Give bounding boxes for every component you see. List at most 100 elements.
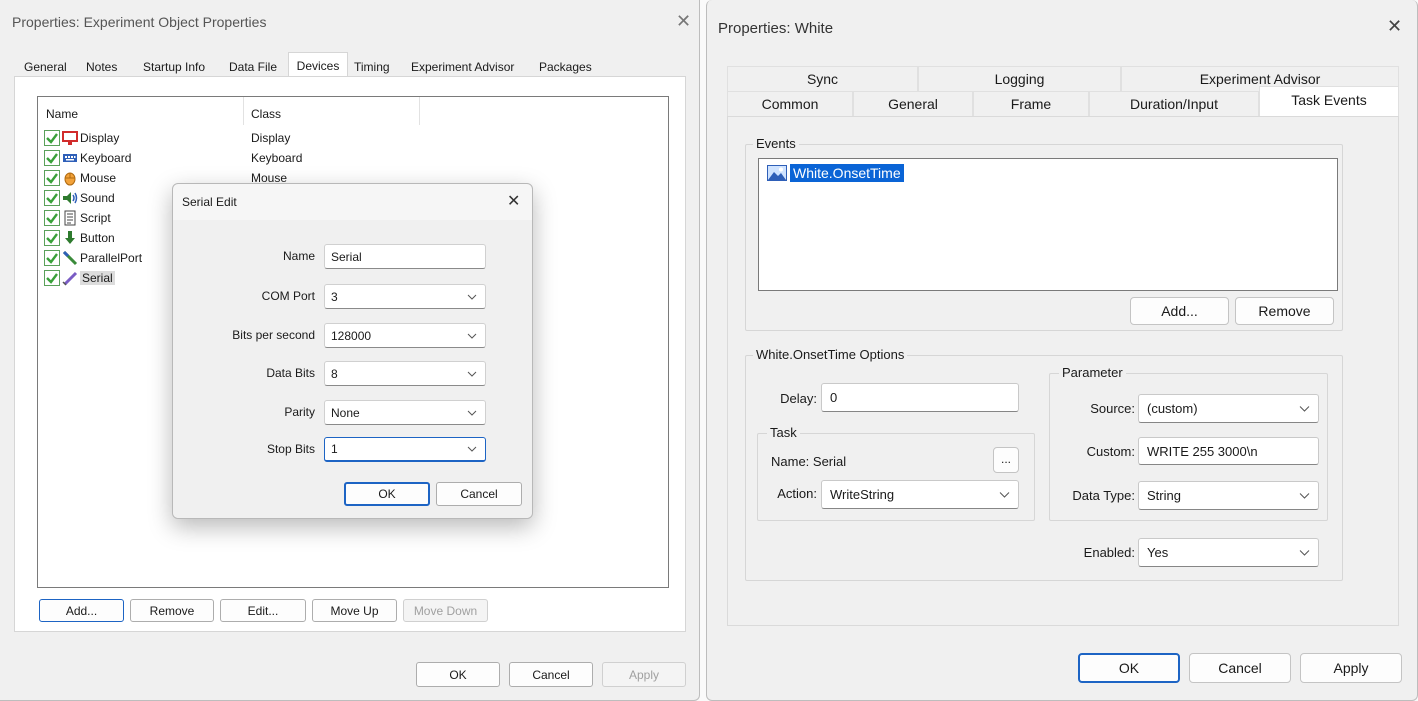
com-port-select[interactable]: 3 (324, 284, 486, 309)
tab-general[interactable]: General (24, 60, 67, 74)
com-port-label: COM Port (261, 289, 315, 303)
column-divider (243, 97, 244, 125)
device-name: Sound (80, 190, 115, 205)
chevron-down-icon (467, 446, 477, 452)
column-header-class[interactable]: Class (251, 107, 281, 121)
chevron-down-icon (1299, 549, 1310, 556)
checkbox-checked-icon[interactable] (44, 269, 60, 286)
parameter-label: Parameter (1059, 365, 1126, 380)
list-item-mouse[interactable]: Mouse (44, 168, 116, 187)
data-type-select[interactable]: String (1138, 481, 1319, 510)
tab-task-events[interactable]: Task Events (1259, 86, 1399, 118)
remove-device-button[interactable]: Remove (130, 599, 214, 622)
tab-data-file[interactable]: Data File (229, 60, 277, 74)
move-down-button[interactable]: Move Down (403, 599, 488, 622)
move-up-button[interactable]: Move Up (312, 599, 397, 622)
tab-devices[interactable]: Devices (288, 52, 348, 78)
list-item-button[interactable]: Button (44, 228, 115, 247)
custom-field[interactable]: WRITE 255 3000\n (1138, 437, 1319, 465)
delay-field[interactable]: 0 (821, 383, 1019, 412)
tab-logging[interactable]: Logging (918, 66, 1121, 91)
close-icon[interactable]: ✕ (507, 191, 520, 211)
device-name: Mouse (80, 170, 117, 185)
chevron-down-icon (467, 410, 477, 416)
tab-general[interactable]: General (853, 91, 973, 116)
ok-button[interactable]: OK (1078, 653, 1180, 683)
checkbox-checked-icon[interactable] (44, 189, 60, 206)
checkbox-checked-icon[interactable] (44, 249, 60, 266)
stop-bits-select[interactable]: 1 (324, 437, 486, 462)
enabled-select[interactable]: Yes (1138, 538, 1319, 567)
ok-button[interactable]: OK (416, 662, 500, 687)
list-item-display[interactable]: Display (44, 128, 119, 147)
name-label: Name (282, 249, 315, 263)
chevron-down-icon (999, 491, 1010, 498)
parity-select[interactable]: None (324, 400, 486, 425)
checkbox-checked-icon[interactable] (44, 209, 60, 226)
data-bits-label: Data Bits (266, 366, 315, 380)
checkbox-checked-icon[interactable] (44, 129, 60, 146)
custom-label: Custom: (1086, 444, 1135, 459)
list-item-serial[interactable]: Serial (44, 268, 115, 287)
cancel-button[interactable]: Cancel (1189, 653, 1291, 683)
task-name: Name: Serial (771, 454, 847, 469)
events-list[interactable]: White.OnsetTime (758, 158, 1338, 291)
list-item[interactable]: White.OnsetTime (767, 163, 905, 183)
bits-per-second-select[interactable]: 128000 (324, 323, 486, 348)
tab-timing[interactable]: Timing (354, 60, 390, 74)
checkbox-checked-icon[interactable] (44, 229, 60, 246)
action-label: Action: (777, 486, 817, 501)
device-class: Display (251, 131, 291, 145)
name-field[interactable]: Serial (324, 244, 486, 269)
list-item-script[interactable]: Script (44, 208, 111, 227)
device-name: Script (80, 210, 111, 225)
dialog-title: Serial Edit (182, 195, 237, 209)
column-header-name[interactable]: Name (46, 107, 78, 121)
cancel-button[interactable]: Cancel (509, 662, 593, 687)
button-icon (62, 230, 78, 246)
image-event-icon (767, 165, 787, 181)
device-name: Button (80, 230, 115, 245)
speaker-icon (62, 190, 78, 206)
data-bits-select[interactable]: 8 (324, 361, 486, 386)
edit-device-button[interactable]: Edit... (220, 599, 306, 622)
source-select[interactable]: (custom) (1138, 394, 1319, 423)
serial-icon (62, 270, 78, 286)
list-item-keyboard[interactable]: Keyboard (44, 148, 131, 167)
apply-button[interactable]: Apply (1300, 653, 1402, 683)
dialog-cancel-button[interactable]: Cancel (436, 482, 522, 506)
tab-common[interactable]: Common (727, 91, 853, 116)
add-event-button[interactable]: Add... (1130, 297, 1229, 325)
close-icon[interactable]: ✕ (676, 12, 691, 30)
parallel-port-icon (62, 250, 78, 266)
close-icon[interactable]: ✕ (1387, 17, 1402, 35)
browse-task-button[interactable]: ... (993, 447, 1019, 473)
display-icon (62, 130, 78, 146)
list-item-sound[interactable]: Sound (44, 188, 115, 207)
data-type-label: Data Type: (1072, 488, 1135, 503)
tab-packages[interactable]: Packages (539, 60, 592, 74)
tab-startup-info[interactable]: Startup Info (143, 60, 205, 74)
checkbox-checked-icon[interactable] (44, 149, 60, 166)
action-select[interactable]: WriteString (821, 480, 1019, 509)
remove-event-button[interactable]: Remove (1235, 297, 1334, 325)
mouse-icon (62, 170, 78, 186)
tab-sync[interactable]: Sync (727, 66, 918, 91)
task-label: Task (767, 425, 800, 440)
tab-duration-input[interactable]: Duration/Input (1089, 91, 1259, 116)
window-title: Properties: Experiment Object Properties (12, 14, 267, 30)
enabled-label: Enabled: (1083, 545, 1135, 560)
add-device-button[interactable]: Add... (39, 599, 124, 622)
tab-experiment-advisor[interactable]: Experiment Advisor (411, 60, 514, 74)
dialog-ok-button[interactable]: OK (344, 482, 430, 506)
serial-edit-dialog: Serial Edit ✕ Name Serial COM Port 3 Bit… (172, 183, 533, 519)
bits-per-second-label: Bits per second (232, 328, 315, 342)
apply-button[interactable]: Apply (602, 662, 686, 687)
options-label: White.OnsetTime Options (753, 347, 908, 362)
chevron-down-icon (1299, 405, 1310, 412)
tab-notes[interactable]: Notes (86, 60, 117, 74)
checkbox-checked-icon[interactable] (44, 169, 60, 186)
tab-frame[interactable]: Frame (973, 91, 1089, 116)
list-item-parallelport[interactable]: ParallelPort (44, 248, 142, 267)
script-icon (62, 210, 78, 226)
